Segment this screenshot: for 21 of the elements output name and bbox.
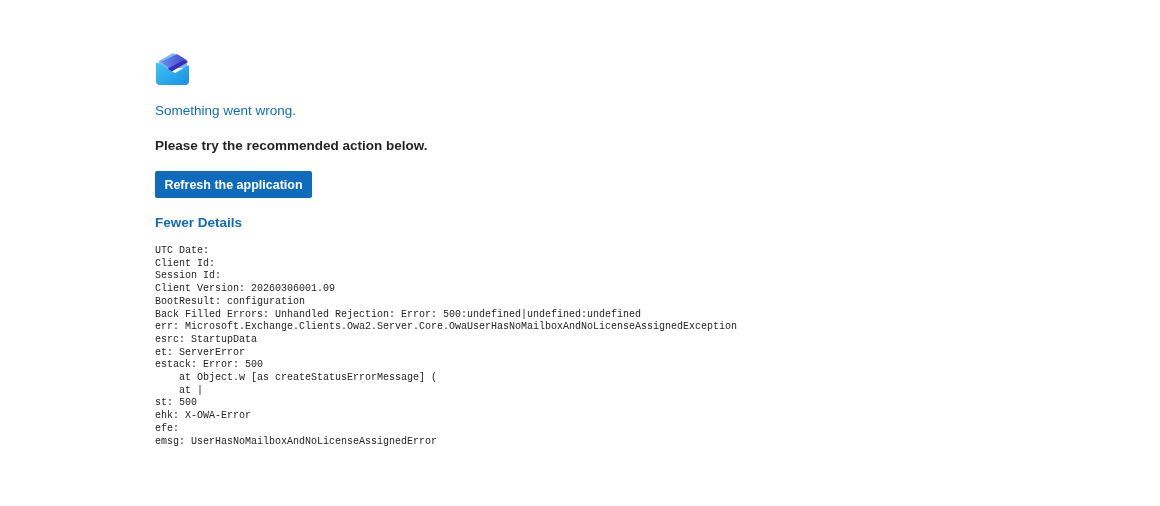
detail-line: esrc: StartupData — [155, 333, 258, 347]
detail-line: Client Version: 20260306001.09 — [155, 283, 336, 296]
detail-line: at | — [178, 384, 203, 398]
detail-line: st: 500 — [155, 397, 197, 410]
details-toggle-link[interactable]: Fewer Details — [155, 214, 243, 232]
instruction-text: Please try the recommended action below. — [155, 137, 428, 155]
detail-line: efe: — [155, 422, 179, 436]
error-title: Something went wrong. — [155, 102, 297, 120]
refresh-button[interactable]: Refresh the application — [155, 171, 312, 198]
detail-line: ehk: X-OWA-Error — [155, 410, 251, 423]
app-logo-icon — [155, 52, 191, 86]
detail-line: et: ServerError — [155, 346, 245, 359]
detail-line: err: Microsoft.Exchange.Clients.Owa2.Server.Core.OwaUserHasNoMailboxAndNoLicenseAssignedException — [155, 321, 738, 334]
detail-line: Session Id: — [155, 270, 221, 283]
detail-line: estack: Error: 500 — [155, 359, 264, 372]
detail-line: Back Filled Errors: Unhandled Rejection: Error: 500:undefined|undefined:undefined — [155, 308, 642, 321]
detail-line: BootResult: configuration — [155, 295, 306, 309]
detail-line: emsg: UserHasNoMailboxAndNoLicenseAssignedError — [155, 435, 438, 449]
detail-line: UTC Date: — [155, 245, 209, 258]
detail-line: at Object.w [as createStatusErrorMessage] ( — [178, 372, 438, 385]
detail-line: Client Id: — [155, 257, 215, 270]
